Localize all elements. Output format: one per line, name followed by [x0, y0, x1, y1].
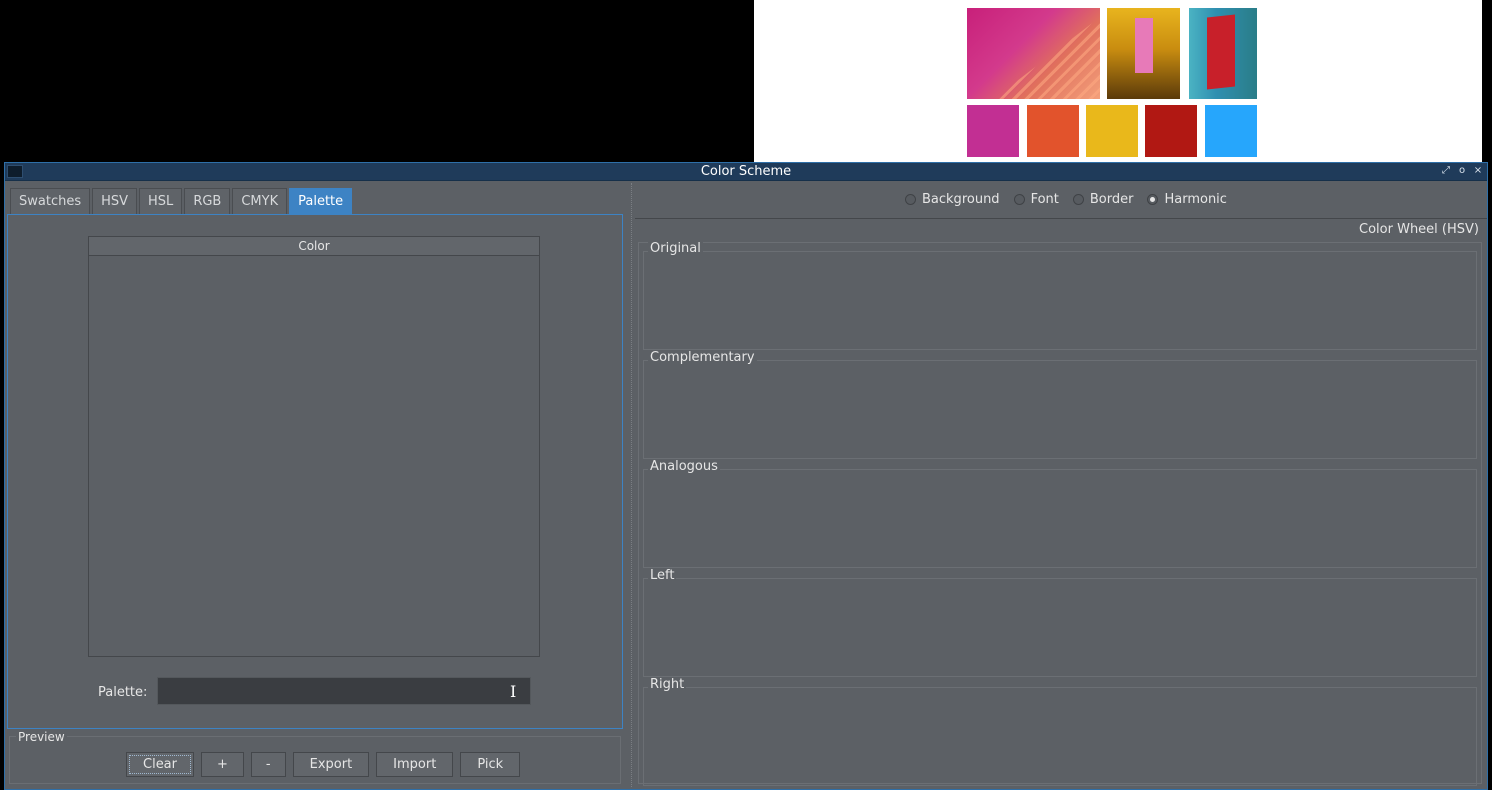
remove-button[interactable]: - — [250, 752, 286, 777]
preview-label: Preview — [16, 730, 67, 744]
maximize-icon[interactable]: ⤢ — [1439, 164, 1453, 178]
preview-panel: Preview Clear + - Export Import Pick — [9, 730, 621, 784]
palette-reference-image — [754, 0, 1482, 162]
swatch-yellow — [1086, 105, 1138, 157]
color-column-header[interactable]: Color — [89, 237, 539, 256]
swatch-magenta — [967, 105, 1019, 157]
tab-swatches[interactable]: Swatches — [10, 188, 91, 214]
palette-name-input[interactable] — [157, 677, 531, 705]
clear-button[interactable]: Clear — [126, 752, 194, 777]
scheme-right[interactable]: Right — [643, 677, 1477, 786]
swatch-blue — [1205, 105, 1257, 157]
radio-border-label: Border — [1089, 192, 1134, 207]
export-button[interactable]: Export — [292, 752, 370, 777]
import-button[interactable]: Import — [376, 752, 454, 777]
radio-font[interactable]: Font — [1013, 192, 1059, 207]
scheme-original-label: Original — [648, 241, 703, 256]
left-pane: Swatches HSV HSL RGB CMYK Palette Color … — [7, 183, 625, 787]
scheme-right-label: Right — [648, 677, 687, 692]
preview-button-row: Clear + - Export Import Pick — [126, 752, 527, 777]
text-cursor-icon: I — [510, 682, 517, 701]
radio-background[interactable]: Background — [905, 192, 1000, 207]
tab-hsv[interactable]: HSV — [92, 188, 138, 214]
radio-harmonic-indicator[interactable] — [1147, 194, 1159, 205]
radio-harmonic-label: Harmonic — [1164, 192, 1227, 207]
tab-hsl[interactable]: HSL — [139, 188, 183, 214]
radio-background-indicator[interactable] — [905, 194, 916, 205]
scheme-complementary-label: Complementary — [648, 350, 757, 365]
right-pane: Background Font Border Harmonic Color Wh… — [635, 183, 1487, 787]
radio-background-label: Background — [922, 192, 1000, 207]
scheme-left-label: Left — [648, 568, 677, 583]
tab-bar: Swatches HSV HSL RGB CMYK Palette — [10, 188, 354, 214]
radio-border[interactable]: Border — [1072, 192, 1134, 207]
radio-font-indicator[interactable] — [1013, 194, 1025, 205]
title-bar[interactable]: Color Scheme ⤢ o × — [5, 163, 1487, 181]
radio-border-indicator[interactable] — [1072, 194, 1084, 205]
photo-red-wall — [1189, 8, 1257, 99]
swatch-orange — [1027, 105, 1079, 157]
close-icon[interactable]: × — [1471, 164, 1485, 178]
scheme-analogous-label: Analogous — [648, 459, 720, 474]
target-radio-group: Background Font Border Harmonic — [905, 192, 1241, 207]
window-title: Color Scheme — [700, 164, 792, 179]
split-pane-divider[interactable] — [631, 183, 633, 787]
restore-icon[interactable]: o — [1455, 164, 1469, 178]
swatch-red — [1145, 105, 1197, 157]
scheme-original[interactable]: Original — [643, 241, 1477, 350]
color-wheel-label: Color Wheel (HSV) — [1359, 222, 1479, 237]
add-button[interactable]: + — [201, 752, 244, 777]
tab-palette[interactable]: Palette — [289, 188, 353, 214]
scheme-analogous[interactable]: Analogous — [643, 459, 1477, 568]
scheme-complementary[interactable]: Complementary — [643, 350, 1477, 459]
color-wheel-panel: Color Wheel (HSV) Original Complementary… — [635, 218, 1487, 787]
radio-font-label: Font — [1030, 192, 1059, 207]
photo-yellow-corridor — [1107, 8, 1180, 99]
photo-pink-stairs — [967, 8, 1100, 99]
radio-harmonic[interactable]: Harmonic — [1147, 192, 1227, 207]
color-table[interactable]: Color — [88, 236, 540, 657]
palette-label: Palette: — [98, 685, 148, 700]
pick-button[interactable]: Pick — [460, 752, 521, 777]
scheme-left[interactable]: Left — [643, 568, 1477, 677]
color-scheme-window: Color Scheme ⤢ o × Swatches HSV HSL RGB … — [4, 162, 1488, 790]
tab-rgb[interactable]: RGB — [184, 188, 231, 214]
tab-cmyk[interactable]: CMYK — [232, 188, 288, 214]
palette-tab-content: Color Palette: I — [7, 214, 623, 729]
